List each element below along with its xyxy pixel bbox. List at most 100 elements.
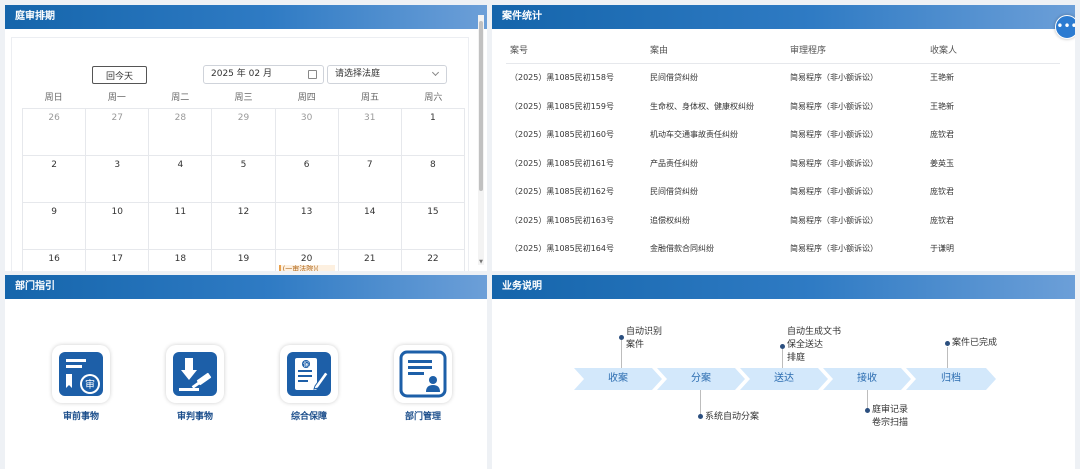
calendar-day[interactable]: 11 bbox=[149, 203, 213, 250]
case-statistics-title: 案件统计 bbox=[492, 5, 1075, 29]
calendar-day[interactable]: 1 bbox=[401, 109, 465, 156]
table-row[interactable]: （2025）黑1085民初159号 生命权、身体权、健康权纠纷 简易程序（非小额诉讼… bbox=[506, 93, 1060, 122]
table-row[interactable]: （2025）黑1085民初162号 民间借贷纠纷 简易程序（非小额诉讼） 庞钦君 bbox=[506, 178, 1060, 207]
calendar-day[interactable]: 2 bbox=[23, 156, 87, 203]
calendar-day[interactable]: 13 bbox=[275, 203, 339, 250]
flow-note-line: 自动生成文书 bbox=[787, 327, 842, 337]
table-row[interactable]: （2025）黑1085民初160号 机动车交通事故责任纠纷 简易程序（非小额诉讼） 庞… bbox=[506, 121, 1060, 150]
calendar-day-number: 19 bbox=[237, 254, 250, 264]
calendar-day[interactable]: 18 bbox=[149, 250, 213, 271]
flow-note-line: 案件 bbox=[626, 340, 645, 350]
calendar-day[interactable]: 8 bbox=[401, 156, 465, 203]
calendar-event[interactable]: (一审法院)( bbox=[278, 265, 335, 271]
case-receiver: 王艳新 bbox=[930, 101, 954, 111]
calendar-day[interactable]: 12 bbox=[212, 203, 276, 250]
calendar-day[interactable]: 7 bbox=[338, 156, 402, 203]
calendar-day[interactable]: 4 bbox=[149, 156, 213, 203]
case-cause: 民间借贷纠纷 bbox=[650, 73, 698, 82]
calendar-toolbar: 回今天 2025 年 02 月 请选择法庭 bbox=[12, 61, 468, 84]
calendar-day[interactable]: 3 bbox=[86, 156, 150, 203]
support-badge: 保 bbox=[303, 361, 309, 369]
calendar-day[interactable]: 26 bbox=[23, 109, 87, 156]
weekday: 周四 bbox=[297, 93, 316, 103]
case-procedure: 简易程序（非小额诉讼） bbox=[790, 130, 878, 139]
case-cause: 民间借贷纠纷 bbox=[650, 187, 698, 196]
column-header-receiver: 收案人 bbox=[930, 46, 958, 56]
calendar-day[interactable]: 5 bbox=[212, 156, 276, 203]
calendar-day[interactable]: 6 bbox=[275, 156, 339, 203]
calendar-day[interactable]: 22 bbox=[402, 250, 465, 271]
flow-dot bbox=[698, 414, 703, 419]
calendar-day[interactable]: 29 bbox=[212, 109, 276, 156]
flow-note-auto-identify: 自动识别 案件 bbox=[626, 326, 662, 352]
calendar-day[interactable]: 19 bbox=[212, 250, 276, 271]
flow-connector bbox=[947, 347, 948, 368]
calendar-day-number: 16 bbox=[48, 254, 60, 264]
calendar-day-number: 2 bbox=[51, 160, 57, 170]
case-number: （2025）黑1085民初161号 bbox=[510, 158, 614, 168]
court-select[interactable]: 请选择法庭 bbox=[327, 65, 447, 84]
table-row[interactable]: （2025）黑1085民初163号 追偿权纠纷 简易程序（非小额诉讼） 庞钦君 bbox=[506, 207, 1060, 236]
department-items: 审 审前事物 审判事物 保 综合保障 部门管理 bbox=[5, 345, 487, 435]
calendar-day[interactable]: 14 bbox=[338, 203, 402, 250]
dept-item-management[interactable]: 部门管理 bbox=[383, 345, 463, 422]
calendar-day[interactable]: 16 bbox=[23, 250, 87, 271]
calendar-day-number: 9 bbox=[51, 207, 57, 217]
calendar-day-number: 29 bbox=[237, 113, 250, 123]
case-number: （2025）黑1085民初159号 bbox=[510, 101, 614, 111]
column-header-cause: 案由 bbox=[650, 46, 669, 56]
flow-step-archive: 归档 bbox=[906, 368, 996, 390]
calendar-day[interactable]: 20 (一审法院)( bbox=[276, 250, 339, 271]
case-receiver: 庞钦君 bbox=[930, 215, 954, 225]
case-cause: 生命权、身体权、健康权纠纷 bbox=[650, 101, 754, 111]
calendar-day[interactable]: 27 bbox=[86, 109, 150, 156]
table-row[interactable]: （2025）黑1085民初161号 产品责任纠纷 简易程序（非小额诉讼） 姜英玉 bbox=[506, 150, 1060, 179]
flow-step-assign: 分案 bbox=[657, 368, 745, 390]
calendar-day-number: 4 bbox=[177, 160, 184, 170]
dept-item-support[interactable]: 保 综合保障 bbox=[269, 345, 349, 422]
scrollbar-thumb[interactable] bbox=[479, 21, 483, 191]
calendar-day-number: 26 bbox=[48, 113, 60, 123]
business-description-panel: 业务说明 收案 分案 送达 接收 归档 自动识别 案件 系统自动分案 自动生成文… bbox=[492, 275, 1075, 469]
calendar-day-number: 17 bbox=[111, 254, 123, 264]
table-row[interactable]: （2025）黑1085民初158号 民间借贷纠纷 简易程序（非小额诉讼） 王艳新 bbox=[506, 64, 1060, 93]
flow-note-trial-record: 庭审记录 卷宗扫描 bbox=[872, 404, 908, 430]
case-number: （2025）黑1085民初160号 bbox=[510, 130, 614, 139]
calendar-day[interactable]: 17 bbox=[86, 250, 150, 271]
calendar-day[interactable]: 9 bbox=[23, 203, 87, 250]
pretrial-icon: 审 bbox=[52, 345, 110, 403]
calendar-week: 26 27 28 29 30 31 1 bbox=[23, 109, 465, 156]
support-document-icon: 保 bbox=[280, 345, 338, 403]
court-schedule-title: 庭审排期 bbox=[5, 5, 487, 29]
calendar-day[interactable]: 28 bbox=[149, 109, 213, 156]
calendar-day[interactable]: 30 bbox=[275, 109, 339, 156]
department-guide-panel: 部门指引 审 审前事物 审判事物 保 综合保障 部门管理 bbox=[5, 275, 487, 469]
case-receiver: 姜英玉 bbox=[930, 158, 954, 168]
calendar-day-number: 31 bbox=[364, 113, 376, 123]
dept-item-trial[interactable]: 审判事物 bbox=[155, 345, 235, 422]
scroll-down-arrow-icon[interactable]: ▼ bbox=[478, 259, 484, 265]
calendar: 回今天 2025 年 02 月 请选择法庭 周日 周一 周二 周三 周四 周五 … bbox=[11, 37, 469, 271]
calendar-day-number: 18 bbox=[174, 254, 187, 264]
chevron-down-icon bbox=[431, 68, 440, 77]
flow-connector bbox=[700, 390, 701, 415]
month-picker[interactable]: 2025 年 02 月 bbox=[203, 65, 324, 84]
more-options-icon[interactable]: ••• bbox=[1055, 15, 1075, 39]
calendar-day[interactable]: 15 bbox=[401, 203, 465, 250]
weekday: 周三 bbox=[234, 93, 253, 103]
calendar-day[interactable]: 10 bbox=[86, 203, 150, 250]
dept-item-pretrial[interactable]: 审 审前事物 bbox=[41, 345, 121, 422]
calendar-day[interactable]: 31 bbox=[338, 109, 402, 156]
weekday: 周一 bbox=[107, 93, 126, 103]
calendar-day-number: 5 bbox=[240, 160, 247, 170]
flow-note-line: 自动识别 bbox=[626, 327, 663, 337]
calendar-day[interactable]: 21 bbox=[339, 250, 402, 271]
weekday: 周日 bbox=[44, 93, 63, 103]
flow-step-deliver: 送达 bbox=[740, 368, 828, 390]
calendar-icon bbox=[308, 70, 317, 79]
department-management-icon bbox=[394, 345, 452, 403]
calendar-scrollbar[interactable]: ▼ bbox=[478, 15, 484, 265]
table-row[interactable]: （2025）黑1085民初164号 金融借款合同纠纷 简易程序（非小额诉讼） 于谦明 bbox=[506, 235, 1060, 264]
flow-note-line: 排庭 bbox=[787, 353, 806, 363]
today-button[interactable]: 回今天 bbox=[92, 66, 147, 84]
